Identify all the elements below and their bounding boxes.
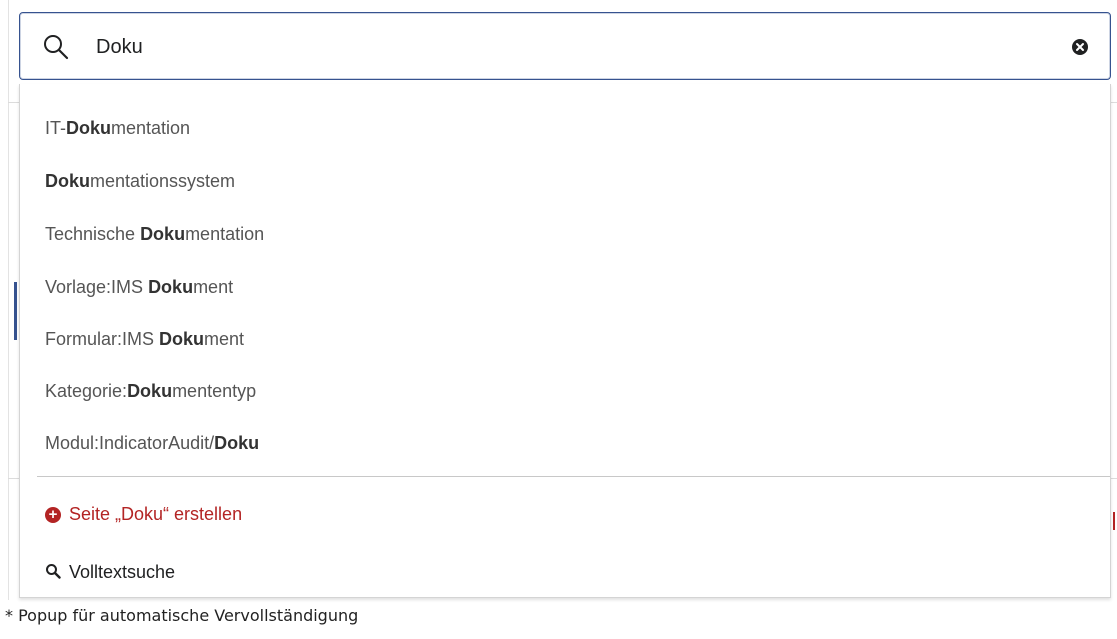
suggestion-suffix: mentation [185,224,265,244]
suggestion-suffix: mententyp [172,381,257,401]
suggestion-prefix: Modul:IndicatorAudit/ [45,433,215,453]
suggestion-match: Doku [127,381,173,401]
suggestion-match: Doku [45,171,90,191]
suggestion-prefix: Formular:IMS [45,329,160,349]
autocomplete-popup: IT-Dokumentation Dokumentationssystem Te… [19,84,1111,598]
background-accent-bar [14,282,17,340]
suggestion-suffix: ment [193,277,234,297]
search-icon [44,35,69,60]
create-page-label: Seite „Doku“ erstellen [69,504,243,524]
suggestion-suffix: mentationssystem [90,171,236,191]
clear-icon[interactable] [1071,38,1089,56]
suggestion-item[interactable]: Technische Dokumentation [45,219,264,249]
search-icon [46,564,61,579]
plus-circle-icon: + [45,507,61,523]
fulltext-search-link[interactable]: Volltextsuche [45,557,175,587]
fulltext-search-label: Volltextsuche [69,562,176,582]
suggestion-match: Doku [148,277,194,297]
create-page-link[interactable]: + Seite „Doku“ erstellen [45,499,242,529]
suggestion-match: Doku [214,433,260,453]
suggestion-prefix: Technische [45,224,141,244]
suggestion-item[interactable]: Modul:IndicatorAudit/Doku [45,428,259,458]
background-border [8,0,9,600]
suggestion-item[interactable]: IT-Dokumentation [45,113,190,143]
suggestion-prefix: IT- [45,118,66,138]
suggestion-item[interactable]: Formular:IMS Dokument [45,324,244,354]
search-box[interactable] [19,12,1111,80]
background-fragment [1113,512,1115,530]
suggestion-item[interactable]: Kategorie:Dokumententyp [45,376,256,406]
suggestion-item[interactable]: Dokumentationssystem [45,166,235,196]
suggestion-prefix: Kategorie: [45,381,128,401]
popup-divider [37,476,1110,477]
suggestion-suffix: ment [204,329,245,349]
suggestion-prefix: Vorlage:IMS [45,277,149,297]
suggestion-item[interactable]: Vorlage:IMS Dokument [45,272,233,302]
suggestion-match: Doku [140,224,186,244]
search-input[interactable] [96,31,996,63]
suggestion-match: Doku [66,118,111,138]
suggestion-match: Doku [159,329,205,349]
figure-caption: * Popup für automatische Vervollständigu… [5,606,359,625]
suggestion-suffix: mentation [111,118,191,138]
